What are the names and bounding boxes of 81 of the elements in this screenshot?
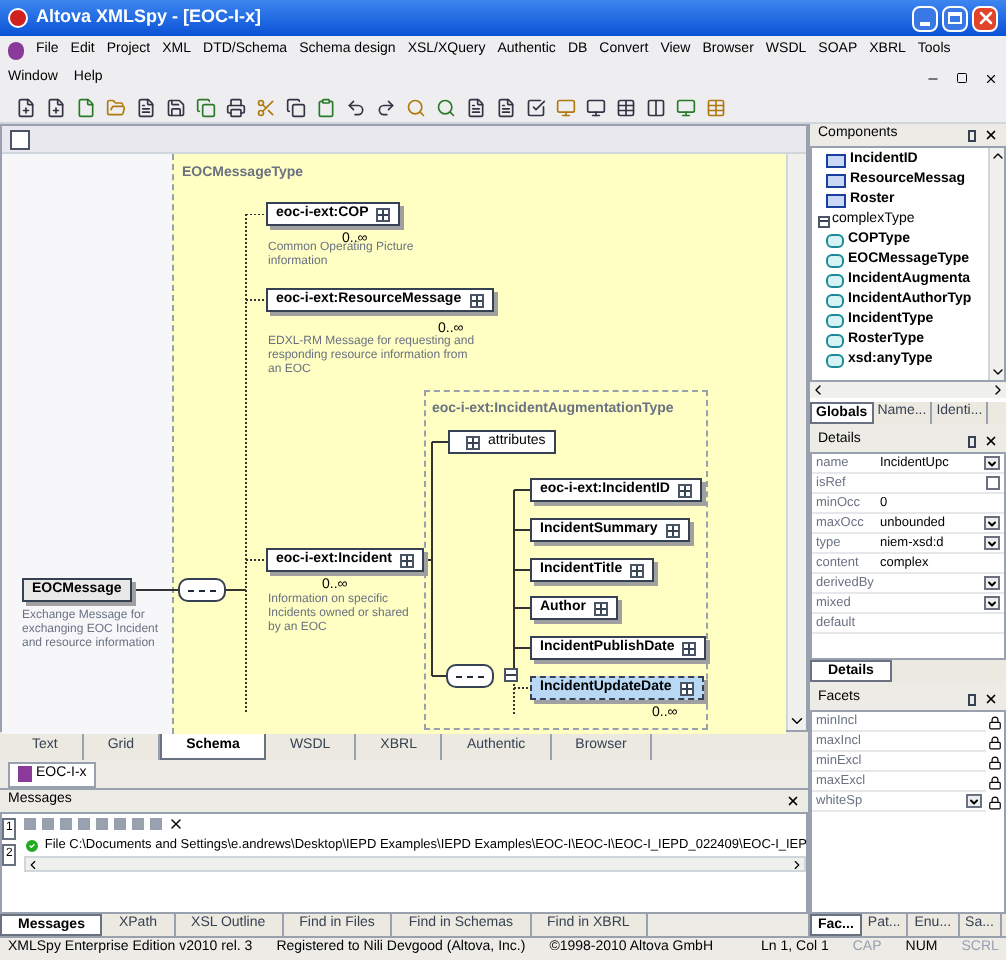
cut-icon[interactable] — [256, 97, 276, 117]
new-file-icon[interactable] — [46, 97, 66, 117]
dropdown-button[interactable] — [984, 536, 1000, 550]
maximize-button[interactable] — [942, 5, 968, 31]
copy-icon[interactable] — [196, 97, 216, 117]
pin-icon[interactable] — [968, 129, 976, 141]
scroll-left-icon[interactable] — [810, 382, 826, 398]
app-logo-icon — [8, 8, 28, 28]
monitor-icon[interactable] — [586, 97, 606, 117]
lock-icon — [988, 735, 1002, 749]
close-icon[interactable] — [984, 434, 998, 448]
redo-icon[interactable] — [376, 97, 396, 117]
blank-file-icon[interactable] — [76, 97, 96, 117]
print-icon[interactable] — [226, 97, 246, 117]
dropdown-button[interactable] — [966, 794, 982, 808]
vertical-scrollbar[interactable] — [988, 148, 1004, 380]
expand-icon[interactable] — [399, 553, 414, 567]
scroll-right-icon[interactable] — [990, 382, 1006, 398]
pin-icon[interactable] — [968, 435, 976, 447]
close-icon[interactable] — [984, 128, 998, 142]
collapse-icon[interactable] — [504, 668, 518, 682]
undo-icon[interactable] — [346, 97, 366, 117]
expand-icon[interactable] — [376, 207, 391, 221]
expand-icon[interactable] — [593, 601, 608, 615]
expand-icon[interactable] — [677, 483, 692, 497]
scroll-left-icon[interactable] — [26, 857, 41, 871]
open-folder-icon[interactable] — [106, 97, 126, 117]
close-button[interactable] — [972, 5, 998, 31]
scroll-down-icon[interactable] — [990, 364, 1004, 380]
paste-icon[interactable] — [316, 97, 336, 117]
lock-icon — [988, 715, 1002, 729]
expand-icon[interactable] — [466, 435, 480, 449]
close-icon[interactable] — [984, 692, 998, 706]
validate-icon[interactable] — [526, 97, 546, 117]
columns-icon[interactable] — [646, 97, 666, 117]
checkbox[interactable] — [986, 476, 1000, 490]
vertical-scrollbar[interactable] — [786, 154, 806, 730]
close-icon — [975, 8, 995, 28]
expand-all-icon[interactable] — [10, 129, 30, 149]
dropdown-button[interactable] — [984, 576, 1000, 590]
document-icon — [18, 766, 32, 782]
scroll-up-icon[interactable] — [990, 148, 1004, 164]
sequence-node[interactable] — [446, 664, 494, 688]
dropdown-button[interactable] — [984, 516, 1000, 530]
clear-icon[interactable] — [168, 816, 185, 832]
caret-icon — [968, 795, 980, 807]
expand-icon[interactable] — [469, 293, 484, 307]
expand-icon[interactable] — [630, 563, 645, 577]
horizontal-scrollbar[interactable] — [810, 382, 1006, 398]
copy-icon[interactable] — [286, 97, 306, 117]
document-icon[interactable] — [496, 97, 516, 117]
expand-icon[interactable] — [682, 641, 697, 655]
collapse-icon[interactable] — [818, 215, 830, 227]
dropdown-button[interactable] — [984, 456, 1000, 470]
horizontal-scrollbar[interactable] — [24, 856, 807, 872]
success-icon — [24, 837, 41, 853]
lock-icon — [988, 755, 1002, 769]
window-title: Altova XMLSpy - [EOC-I-x] — [36, 4, 262, 31]
document-icon — [8, 41, 24, 59]
expand-icon[interactable] — [665, 523, 680, 537]
scroll-right-icon[interactable] — [790, 857, 805, 871]
document-icon[interactable] — [466, 97, 486, 117]
search-icon[interactable] — [406, 97, 426, 117]
close-icon[interactable] — [786, 794, 800, 808]
expand-icon[interactable] — [679, 681, 694, 695]
dropdown-button[interactable] — [984, 596, 1000, 610]
close-icon[interactable] — [984, 71, 998, 85]
save-icon[interactable] — [166, 97, 186, 117]
scroll-down-icon[interactable] — [788, 712, 806, 730]
lock-icon — [988, 775, 1002, 789]
new-file-icon[interactable] — [16, 97, 36, 117]
caret-icon — [986, 457, 998, 469]
minimize-button[interactable] — [912, 5, 938, 31]
search-icon[interactable] — [436, 97, 456, 117]
lock-icon — [988, 795, 1002, 809]
table-icon[interactable] — [616, 97, 636, 117]
restore-icon[interactable] — [956, 72, 968, 84]
document-icon[interactable] — [136, 97, 156, 117]
pin-icon[interactable] — [968, 693, 976, 705]
sequence-node[interactable] — [178, 578, 226, 602]
monitor-icon[interactable] — [676, 97, 696, 117]
